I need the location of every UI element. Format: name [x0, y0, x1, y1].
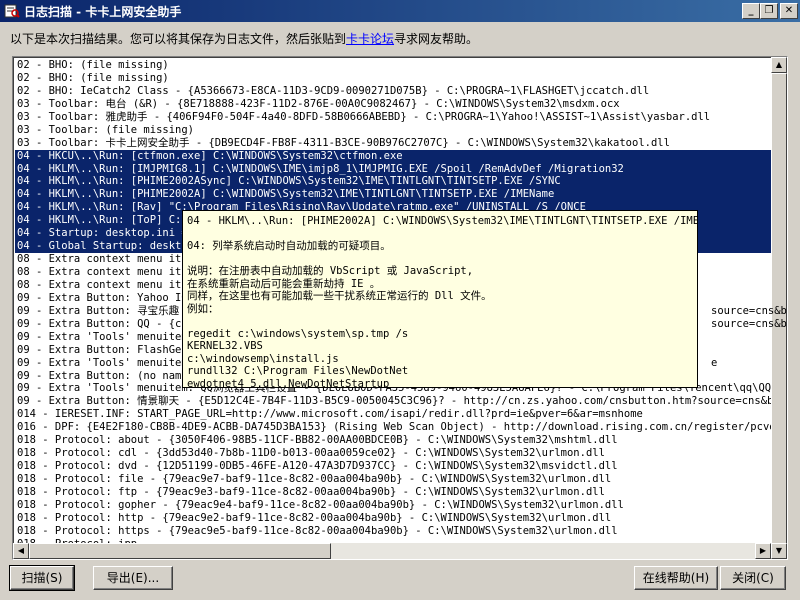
scroll-down-icon[interactable]: ▼ [771, 543, 787, 559]
tooltip-line: 同样，在这里也有可能加载一些干扰系统正常运行的 Dll 文件。 [187, 290, 492, 302]
log-row[interactable]: 018 - Protocol: dvd - {12D51199-0DB5-46F… [15, 460, 771, 473]
log-row[interactable]: 016 - DPF: {E4E2F180-CB8B-4DE9-ACBB-DA74… [15, 421, 771, 434]
log-row[interactable]: 04 - HKLM\..\Run: [PHIME2002ASync] C:\WI… [15, 175, 771, 189]
tooltip-line [183, 253, 697, 266]
log-row[interactable]: 014 - IERESET.INF: START_PAGE_URL=http:/… [15, 408, 771, 421]
tooltip-line [183, 315, 697, 328]
log-row[interactable]: 09 - Extra Button: 情景聊天 - {E5D12C4E-7B4F… [15, 395, 771, 408]
tooltip-line: rundll32 C:\Program Files\NewDotNet [187, 365, 409, 377]
log-row[interactable]: 03 - Toolbar: 卡卡上网安全助手 - {DB9ECD4F-FB8F-… [15, 137, 771, 150]
online-help-button[interactable]: 在线帮助(H) [634, 566, 718, 590]
tooltip-line: 例如： [187, 302, 219, 315]
intro-text-after: 寻求网友帮助。 [394, 32, 479, 46]
tooltip-line: c:\windowsemp\install.js [187, 352, 339, 365]
log-row[interactable]: 02 - BHO: IeCatch2 Class - {A5366673-E8C… [15, 85, 771, 98]
export-button[interactable]: 导出(E)... [93, 566, 173, 590]
log-row[interactable]: 018 - Protocol: file - {79eac9e7-baf9-11… [15, 473, 771, 486]
log-row[interactable]: 018 - Protocol: cdl - {3dd53d40-7b8b-11D… [15, 447, 771, 460]
log-row-overflow-text: source=cns&btn= [711, 318, 787, 330]
close-window-button[interactable]: ✕ [780, 3, 798, 19]
log-row[interactable]: 04 - HKCU\..\Run: [ctfmon.exe] C:\WINDOW… [15, 149, 771, 163]
close-button[interactable]: 关闭(C) [720, 566, 786, 590]
tooltip-line: regedit c:\windows\system\sp.tmp /s [187, 327, 409, 340]
minimize-button[interactable]: _ [742, 3, 760, 19]
scroll-up-icon[interactable]: ▲ [771, 57, 787, 73]
log-row[interactable]: 04 - HKLM\..\Run: [PHIME2002A] C:\WINDOW… [15, 188, 771, 202]
restore-button[interactable]: ❐ [760, 3, 778, 19]
tooltip-line: 04: 列举系统启动时自动加载的可疑项目。 [187, 240, 391, 252]
tooltip-line [183, 228, 697, 241]
title-bar: 日志扫描 - 卡卡上网安全助手 _ ❐ ✕ [0, 0, 800, 22]
horizontal-scrollbar[interactable]: ◀ ▶ [13, 543, 771, 559]
log-row[interactable]: 03 - Toolbar: 电台 (&R) - {8E718888-423F-1… [15, 98, 771, 111]
log-row[interactable]: 018 - Protocol: http - {79eac9e2-baf9-11… [15, 512, 771, 525]
hscroll-thumb[interactable] [29, 543, 331, 559]
log-row[interactable]: 03 - Toolbar: (file missing) [15, 124, 771, 137]
scroll-left-icon[interactable]: ◀ [13, 543, 29, 559]
log-row[interactable]: 03 - Toolbar: 雅虎助手 - {406F94F0-504F-4a40… [15, 111, 771, 124]
tooltip-line: ewdotnet4_5.dll,NewDotNetStartup [187, 377, 390, 388]
scroll-right-icon[interactable]: ▶ [755, 543, 771, 559]
tooltip-line: 04 - HKLM\..\Run: [PHIME2002A] C:\WINDOW… [187, 215, 698, 227]
tooltip: 04 - HKLM\..\Run: [PHIME2002A] C:\WINDOW… [182, 210, 698, 388]
log-row-overflow-text: source=cns&bt [711, 305, 788, 318]
log-row[interactable]: 018 - Protocol: https - {79eac9e5-baf9-1… [15, 525, 771, 538]
log-row[interactable]: 018 - Protocol: gopher - {79eac9e4-baf9-… [15, 499, 771, 512]
tooltip-line: 在系统重新启动后可能会重新劫持 IE 。 [187, 277, 381, 290]
log-row[interactable]: 04 - HKLM\..\Run: [IMJPMIG8.1] C:\WINDOW… [15, 162, 771, 176]
app-icon [4, 4, 20, 18]
log-row[interactable]: 02 - BHO: (file missing) [15, 72, 771, 85]
log-row[interactable]: 02 - BHO: (file missing) [15, 59, 771, 72]
intro-text: 以下是本次扫描结果。您可以将其保存为日志文件，然后张贴到卡卡论坛寻求网友帮助。 [10, 30, 478, 47]
tooltip-line: 说明：在注册表中自动加载的 VbScript 或 JavaScript, [187, 265, 474, 277]
intro-text-before: 以下是本次扫描结果。您可以将其保存为日志文件，然后张贴到 [10, 32, 347, 46]
tooltip-line: KERNEL32.VBS [187, 340, 263, 352]
forum-link[interactable]: 卡卡论坛 [346, 32, 394, 46]
log-row-overflow-text: e [711, 356, 718, 369]
log-row[interactable]: 018 - Protocol: ftp - {79eac9e3-baf9-11c… [15, 486, 771, 499]
scan-button[interactable]: 扫描(S) [9, 565, 75, 591]
log-row[interactable]: 018 - Protocol: about - {3050F406-98B5-1… [15, 434, 771, 447]
window-title: 日志扫描 - 卡卡上网安全助手 [24, 5, 182, 19]
